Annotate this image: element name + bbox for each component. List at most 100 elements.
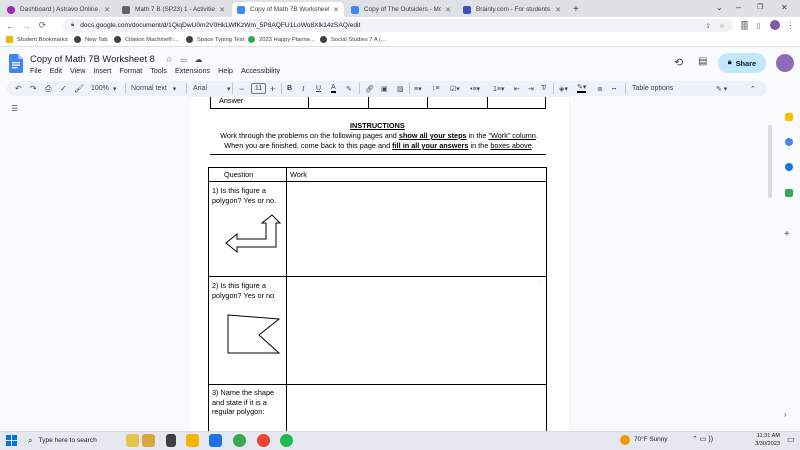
- bookmark-item[interactable]: Social Studies 7 A (...: [320, 36, 386, 43]
- zoom-select[interactable]: 100% ▾: [91, 83, 116, 94]
- scrollbar-thumb[interactable]: [768, 125, 772, 198]
- line-spacing-icon[interactable]: ↕≡: [432, 83, 440, 94]
- bookmark-item[interactable]: 2023 Happy Planne...: [248, 36, 315, 43]
- decrease-font-size-button[interactable]: −: [239, 83, 244, 94]
- file-explorer-icon[interactable]: [186, 434, 199, 447]
- search-highlight-icon[interactable]: [142, 434, 155, 447]
- editing-mode-icon[interactable]: ✎ ▾: [716, 83, 727, 94]
- browser-tab[interactable]: Dashboard | Astravo Online Aca... ✕: [2, 2, 115, 17]
- menu-accessibility[interactable]: Accessibility: [241, 66, 280, 75]
- align-icon[interactable]: ≡▾: [414, 83, 422, 94]
- collapse-toolbar-icon[interactable]: ⌃: [750, 83, 756, 94]
- close-window-icon[interactable]: ✕: [781, 3, 788, 12]
- chrome-icon[interactable]: [233, 434, 246, 447]
- underline-icon[interactable]: U: [316, 83, 321, 94]
- close-tab-icon[interactable]: ✕: [219, 6, 225, 14]
- keep-icon[interactable]: [785, 113, 793, 121]
- table-options-button[interactable]: Table options: [632, 83, 673, 94]
- bookmark-item[interactable]: Space Typing Test: [186, 36, 244, 43]
- profile-avatar-icon[interactable]: [770, 20, 780, 30]
- share-page-icon[interactable]: ⇪: [705, 22, 711, 30]
- menu-edit[interactable]: Edit: [50, 66, 62, 75]
- clear-formatting-icon[interactable]: T̸: [541, 83, 545, 94]
- cloud-status-icon[interactable]: ☁: [195, 55, 203, 64]
- extension-icon[interactable]: 🀫: [738, 19, 751, 32]
- new-tab-button[interactable]: +: [568, 2, 582, 17]
- bold-icon[interactable]: B: [287, 83, 292, 94]
- hide-side-panel-icon[interactable]: ›: [784, 410, 787, 419]
- reload-icon[interactable]: ⟳: [36, 19, 49, 32]
- highlight-color-icon[interactable]: ✎: [346, 83, 352, 94]
- bookmark-folder[interactable]: Student Bookmarks: [6, 36, 68, 43]
- print-icon[interactable]: ⎙: [45, 83, 51, 94]
- search-highlight-icon[interactable]: [126, 434, 139, 447]
- close-tab-icon[interactable]: ✕: [445, 6, 451, 14]
- menu-file[interactable]: File: [30, 66, 42, 75]
- address-bar[interactable]: 🔒︎ docs.google.com/document/d/1QiqDwU0m2…: [63, 19, 733, 32]
- bookmark-item[interactable]: Citation Machine®:...: [114, 36, 179, 43]
- avatar[interactable]: [776, 54, 794, 72]
- sun-icon[interactable]: [620, 435, 630, 445]
- numbered-list-icon[interactable]: 1≡▾: [493, 83, 505, 94]
- increase-indent-icon[interactable]: ⇥: [528, 83, 534, 94]
- menu-extensions[interactable]: Extensions: [175, 66, 210, 75]
- side-panel-icon[interactable]: ▯: [752, 19, 765, 32]
- decrease-indent-icon[interactable]: ⇤: [514, 83, 520, 94]
- bookmark-star-icon[interactable]: ☆: [719, 22, 725, 30]
- spotify-icon[interactable]: [280, 434, 293, 447]
- document-title-text[interactable]: Copy of Math 7B Worksheet 8: [30, 53, 155, 64]
- weather-text[interactable]: 70°F Sunny: [634, 436, 667, 443]
- maximize-icon[interactable]: ❐: [757, 3, 763, 11]
- document-title[interactable]: Copy of Math 7B Worksheet 8 ☆ ▭ ☁: [30, 53, 203, 64]
- add-comment-icon[interactable]: ▣: [381, 83, 388, 94]
- menu-help[interactable]: Help: [218, 66, 233, 75]
- browser-tab-active[interactable]: Copy of Math 7B Worksheet 8 - ✕: [232, 2, 344, 17]
- border-color-icon[interactable]: ✎▾: [577, 83, 587, 93]
- cell-background-color-icon[interactable]: ◈▾: [559, 83, 568, 94]
- mail-icon[interactable]: [209, 434, 222, 447]
- add-addon-icon[interactable]: +: [784, 229, 790, 240]
- font-size-input[interactable]: 11: [251, 83, 266, 94]
- system-tray-icon[interactable]: ⌃ ▭ )): [692, 435, 713, 443]
- taskbar-clock[interactable]: 11:31 AM 3/30/2023: [740, 432, 780, 448]
- table-resize-handle[interactable]: ⁝: [540, 278, 542, 284]
- tasks-icon[interactable]: [785, 138, 793, 146]
- browser-tab[interactable]: Copy of The Outsiders - Moderni ✕: [346, 2, 456, 17]
- insert-image-icon[interactable]: ▨: [397, 83, 404, 94]
- checklist-icon[interactable]: ☑▾: [450, 83, 460, 94]
- taskbar-search-input[interactable]: ⌕ Type here to search: [28, 433, 120, 448]
- forward-icon[interactable]: →: [20, 19, 33, 32]
- bulleted-list-icon[interactable]: •≡▾: [470, 83, 480, 94]
- redo-icon[interactable]: ↷: [30, 83, 37, 94]
- italic-icon[interactable]: I: [302, 83, 304, 94]
- text-color-icon[interactable]: A: [331, 83, 336, 93]
- comments-icon[interactable]: ▤: [698, 56, 707, 67]
- chrome-icon[interactable]: [257, 434, 270, 447]
- increase-font-size-button[interactable]: +: [270, 83, 275, 94]
- menu-view[interactable]: View: [70, 66, 85, 75]
- browser-tab[interactable]: Math 7 B (SP23) 1 - Activities ✕: [117, 2, 230, 17]
- notifications-icon[interactable]: ▭: [787, 435, 795, 444]
- font-select[interactable]: Arial ▾: [193, 83, 231, 94]
- bookmark-item[interactable]: New Tab: [74, 36, 107, 43]
- outline-icon[interactable]: ☰: [11, 104, 18, 113]
- border-width-icon[interactable]: ≣: [597, 83, 603, 94]
- close-tab-icon[interactable]: ✕: [104, 6, 110, 14]
- browser-tab[interactable]: Brainly.com - For students. By st ✕: [458, 2, 566, 17]
- minimize-icon[interactable]: –: [736, 2, 741, 12]
- docs-logo-icon[interactable]: [9, 54, 23, 73]
- undo-icon[interactable]: ↶: [15, 83, 22, 94]
- share-button[interactable]: 🔒︎ Share: [718, 53, 766, 73]
- back-icon[interactable]: ←: [4, 19, 17, 32]
- menu-format[interactable]: Format: [119, 66, 142, 75]
- menu-insert[interactable]: Insert: [93, 66, 111, 75]
- version-history-icon[interactable]: ⟲: [674, 56, 683, 69]
- tab-search-icon[interactable]: ⌄: [716, 3, 723, 12]
- paragraph-style-select[interactable]: Normal text ▾: [131, 83, 176, 94]
- paint-format-icon[interactable]: 🖌︎: [74, 83, 84, 94]
- star-icon[interactable]: ☆: [166, 55, 173, 64]
- menu-tools[interactable]: Tools: [150, 66, 167, 75]
- close-tab-icon[interactable]: ✕: [555, 6, 561, 14]
- close-tab-icon[interactable]: ✕: [333, 6, 339, 14]
- border-dash-icon[interactable]: ┅: [612, 83, 616, 94]
